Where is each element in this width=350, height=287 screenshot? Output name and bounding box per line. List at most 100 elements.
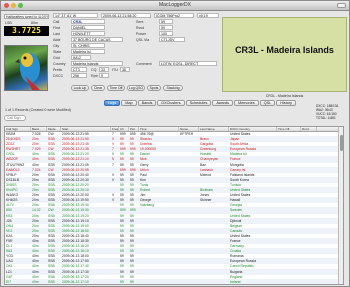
- table-cell: Georgia: [230, 203, 243, 208]
- column-header[interactable]: Ch: [119, 127, 129, 131]
- time-off-button[interactable]: Time Off: [107, 85, 125, 91]
- column-header[interactable]: Rcvd: [301, 127, 317, 131]
- table-cell: 40m: [32, 254, 39, 259]
- table-cell: 59: [120, 162, 124, 167]
- column-header[interactable]: DXCC Country: [229, 127, 277, 131]
- table-cell: [199, 244, 229, 248]
- comment-field[interactable]: LOTW, EQSL, DIRECT: [159, 61, 217, 66]
- grid-field[interactable]: IM12: [71, 55, 91, 60]
- table-cell: [179, 178, 199, 182]
- column-header[interactable]: Freq: [111, 127, 119, 131]
- table-cell: [139, 239, 179, 243]
- table-cell: 59: [120, 223, 124, 228]
- table-cell: 14.02: [32, 208, 41, 213]
- lookup-button[interactable]: Look Up: [71, 85, 89, 91]
- tab-history[interactable]: History: [276, 100, 297, 106]
- column-header[interactable]: Time: [139, 127, 179, 131]
- table-cell: SSB: [48, 233, 55, 238]
- table-cell: United States: [230, 213, 251, 218]
- stacking-button[interactable]: Stacking: [163, 85, 183, 91]
- tab-qsl[interactable]: QSL: [259, 100, 276, 106]
- tab-logs[interactable]: Logs: [104, 100, 121, 106]
- table-cell: 4L7V: [6, 203, 14, 208]
- city-field[interactable]: St. CHRIS: [71, 43, 105, 48]
- table-cell: 20m: [32, 213, 39, 218]
- table-cell: SSB: [48, 249, 55, 254]
- column-header[interactable]: Time Off: [277, 127, 301, 131]
- table-cell: Shashu: [140, 137, 152, 142]
- address-field[interactable]: 37 BOURG DE CACAS: [71, 37, 123, 42]
- table-cell: [277, 152, 301, 156]
- column-header[interactable]: Start: [61, 127, 111, 131]
- table-cell: 2009-06-13 19:50: [62, 198, 89, 203]
- table-cell: 20m: [32, 193, 39, 198]
- cq-zone-field[interactable]: 33: [99, 67, 109, 72]
- table-cell: Canary Isl.: [230, 167, 247, 172]
- rst-rcvd-field[interactable]: 59: [159, 25, 173, 30]
- column-header[interactable]: Name: [179, 127, 199, 131]
- table-cell: 19,000000: [140, 147, 157, 152]
- tab-dxclusters[interactable]: DXClusters: [157, 100, 185, 106]
- toolbar-toggle-button[interactable]: [337, 3, 346, 8]
- table-cell: [301, 183, 317, 187]
- column-header[interactable]: Mode: [47, 127, 61, 131]
- table-cell: [277, 183, 301, 187]
- first-name-field[interactable]: DANIEL: [71, 25, 105, 30]
- radio-mode[interactable]: LSB: [5, 21, 12, 25]
- log-record-info: 1 of 1 Records (Created 0 were Modified): [5, 108, 71, 112]
- column-header[interactable]: Last Name: [199, 127, 229, 131]
- table-cell: 40m: [32, 269, 39, 274]
- country-field[interactable]: Madeira Islands: [71, 61, 123, 66]
- table-cell: [301, 254, 317, 258]
- search-input[interactable]: Call Sign: [4, 115, 26, 121]
- column-header[interactable]: Band: [31, 127, 47, 131]
- tab-map[interactable]: Map: [121, 100, 137, 106]
- tab-schedules[interactable]: Schedules: [185, 100, 212, 106]
- column-header[interactable]: Pwr: [129, 127, 139, 131]
- spots-button[interactable]: Spots: [147, 85, 161, 91]
- log-table[interactable]: Call Sign Band Mode Start Freq Ch Pwr Time Name L…: [4, 126, 344, 285]
- table-cell: 59: [130, 254, 134, 259]
- prefix-field[interactable]: CT3: [71, 67, 87, 72]
- dxcc-field[interactable]: 256: [71, 73, 87, 78]
- table-cell: 2009-06-13 21:55: [62, 132, 89, 136]
- table-cell: [179, 239, 199, 243]
- table-cell: [199, 224, 229, 228]
- tab-awards[interactable]: Awards: [212, 100, 233, 106]
- rst-sent-field[interactable]: 59: [159, 19, 173, 24]
- vertical-scrollbar[interactable]: [338, 127, 343, 284]
- last-name-field[interactable]: HOWLETT: [71, 31, 105, 36]
- table-cell: [301, 157, 317, 161]
- field-label: Rcvd: [136, 26, 145, 30]
- tab-memories[interactable]: Memories: [233, 100, 259, 106]
- itu-zone-field[interactable]: 36: [120, 67, 130, 72]
- table-cell: 59: [120, 152, 124, 157]
- power-field[interactable]: 100: [159, 31, 173, 36]
- table-cell: Dominic: [140, 142, 153, 147]
- table-cell: [111, 249, 119, 253]
- table-cell: France: [230, 238, 241, 243]
- table-cell: SSB: [48, 274, 55, 279]
- table-cell: 3V8SS: [6, 182, 17, 187]
- clear-button[interactable]: Clear: [91, 85, 105, 91]
- table-cell: [301, 224, 317, 228]
- repeater-field[interactable]: 5: [99, 73, 109, 78]
- table-cell: [301, 214, 317, 218]
- table-cell: 2009-06-13 17:30: [62, 269, 89, 274]
- table-cell: 2009-06-13 19:20: [62, 213, 89, 218]
- table-cell: [139, 249, 179, 253]
- table-cell: YO3: [6, 254, 13, 259]
- table-cell: 599: [130, 132, 136, 136]
- scrollbar-thumb[interactable]: [340, 135, 343, 151]
- tab-bands[interactable]: Bands: [137, 100, 157, 106]
- frequency-display[interactable]: 3.7725: [4, 26, 49, 36]
- state-field[interactable]: Madeira Isl: [71, 49, 105, 54]
- table-row[interactable]: EI7 40m SSB 2009-06-13 17:10 59 59 Ireland: [5, 279, 343, 284]
- table-cell: [199, 239, 229, 243]
- qsl-via-field[interactable]: CT1JDV: [159, 37, 185, 42]
- log-qso-button[interactable]: Log QSO: [127, 85, 145, 91]
- column-header[interactable]: Call Sign: [5, 127, 31, 131]
- table-cell: 59: [120, 142, 124, 147]
- call-field[interactable]: CR3L: [71, 19, 105, 24]
- table-cell: [277, 239, 301, 243]
